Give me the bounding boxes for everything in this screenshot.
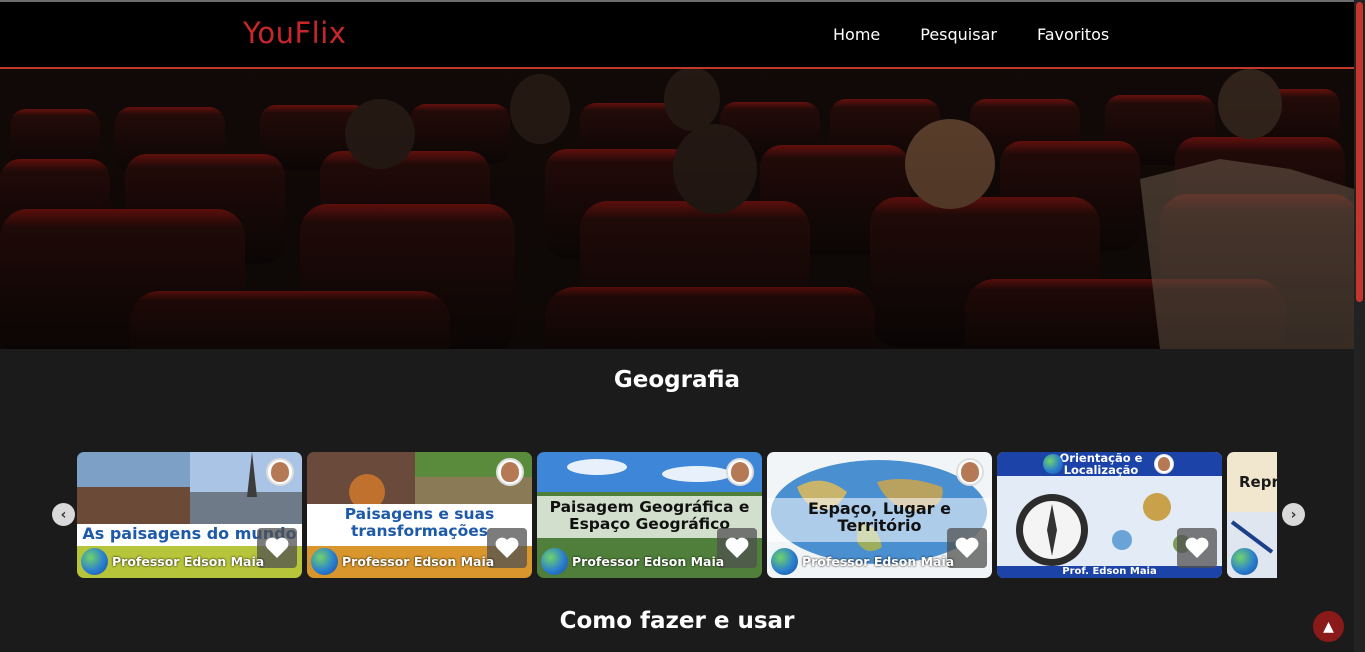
geografia-carousel: As paisagens do mundo Professor Edson Ma… xyxy=(77,452,1277,578)
card-footer: Professor Edson Maia xyxy=(307,544,532,578)
logo[interactable]: YouFlix xyxy=(243,16,346,50)
chevron-left-icon[interactable]: ‹ xyxy=(52,503,75,526)
arrow-up-icon[interactable]: ▲ xyxy=(1313,611,1344,642)
avatar xyxy=(726,458,754,486)
card-footer: Professor Edson Maia xyxy=(77,544,302,578)
nav-favoritos[interactable]: Favoritos xyxy=(1037,25,1109,44)
card-author: Professor Edson Maia xyxy=(802,553,955,569)
nav-home[interactable]: Home xyxy=(833,25,880,44)
avatar xyxy=(956,458,984,486)
video-card[interactable]: Paisagens e suas transformações Professo… xyxy=(307,452,532,578)
avatar xyxy=(496,458,524,486)
main-nav: Home Pesquisar Favoritos xyxy=(833,25,1109,44)
globe-icon xyxy=(1043,454,1063,474)
video-card[interactable]: As paisagens do mundo Professor Edson Ma… xyxy=(77,452,302,578)
nav-pesquisar[interactable]: Pesquisar xyxy=(920,25,997,44)
section-title-geografia: Geografia xyxy=(613,367,741,393)
chevron-right-icon[interactable]: › xyxy=(1282,503,1305,526)
card-author: Prof. Edson Maia xyxy=(1062,566,1157,577)
card-footer: Professor Edson Maia xyxy=(767,544,992,578)
card-title: Repr xyxy=(1239,473,1277,491)
globe-icon xyxy=(81,547,108,575)
globe-icon xyxy=(541,547,568,575)
globe-icon xyxy=(1231,548,1258,575)
top-navbar: YouFlix Home Pesquisar Favoritos xyxy=(0,2,1354,69)
avatar xyxy=(266,458,294,486)
scrollbar-thumb[interactable] xyxy=(1356,2,1363,302)
video-card[interactable]: Orientação e Localização Prof. Edson Mai… xyxy=(997,452,1222,578)
heart-icon[interactable] xyxy=(1177,528,1217,568)
hero-banner-cinema xyxy=(0,69,1354,349)
video-card[interactable]: Repr xyxy=(1227,452,1277,578)
globe-icon xyxy=(771,547,798,575)
video-card[interactable]: Paisagem Geográfica e Espaço Geográfico … xyxy=(537,452,762,578)
card-author: Professor Edson Maia xyxy=(342,553,495,569)
avatar xyxy=(1154,454,1174,474)
card-author: Professor Edson Maia xyxy=(112,553,265,569)
video-card[interactable]: Espaço, Lugar e Território Professor Eds… xyxy=(767,452,992,578)
section-title-como-fazer: Como fazer e usar xyxy=(559,608,795,634)
card-author: Professor Edson Maia xyxy=(572,553,725,569)
globe-icon xyxy=(311,547,338,575)
card-footer: Professor Edson Maia xyxy=(537,544,762,578)
